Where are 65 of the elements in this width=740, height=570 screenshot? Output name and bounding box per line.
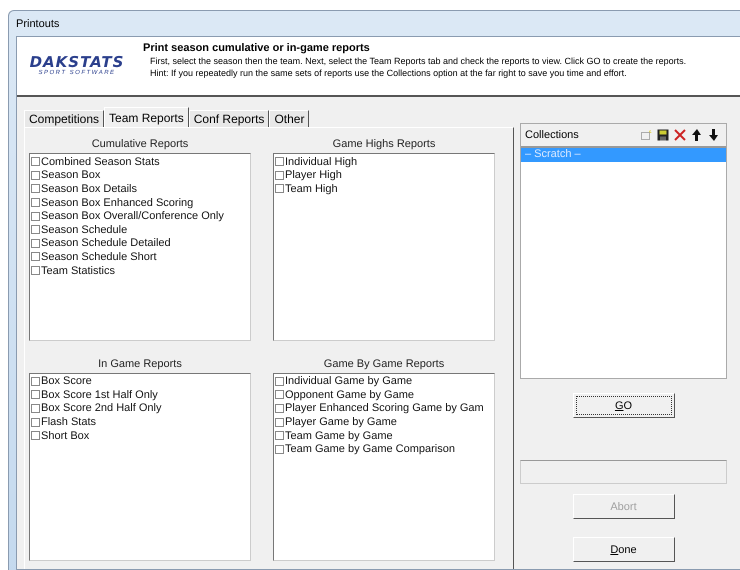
- checkbox[interactable]: [275, 444, 284, 454]
- checkbox[interactable]: [275, 184, 284, 194]
- report-label[interactable]: Box Score: [41, 375, 92, 388]
- report-label[interactable]: Season Box Overall/Conference Only: [41, 210, 224, 222]
- collections-title: Collections: [525, 129, 580, 141]
- checkbox[interactable]: [31, 431, 40, 440]
- checkbox[interactable]: [31, 238, 40, 248]
- checkbox[interactable]: [31, 404, 40, 413]
- instruction-text: Hint: If you repeatedly run the same sets of reports use the Collections option at the far right to save you time and effort.: [149, 67, 628, 79]
- checkbox[interactable]: [275, 431, 284, 440]
- report-label[interactable]: Player High: [285, 169, 342, 182]
- checkbox[interactable]: [275, 418, 284, 427]
- tab[interactable]: Team Reports: [104, 107, 189, 127]
- report-label[interactable]: Team Statistics: [41, 264, 115, 277]
- report-label[interactable]: Combined Season Stats: [41, 156, 160, 168]
- report-label[interactable]: Box Score 2nd Half Only: [41, 402, 162, 414]
- action-button[interactable]: Done: [572, 537, 674, 562]
- report-label[interactable]: Season Box Details: [41, 182, 137, 195]
- report-label[interactable]: Season Box Enhanced Scoring: [41, 196, 194, 209]
- tab[interactable]: Competitions: [24, 110, 104, 127]
- checkbox[interactable]: [31, 225, 40, 234]
- checkbox[interactable]: [275, 170, 284, 180]
- report-label[interactable]: Season Schedule Short: [41, 250, 157, 263]
- report-label[interactable]: Box Score 1st Half Only: [41, 388, 158, 401]
- report-label[interactable]: Flash Stats: [41, 416, 96, 428]
- report-label[interactable]: Individual Game by Game: [285, 375, 412, 388]
- report-label[interactable]: Season Box: [41, 169, 100, 182]
- checkbox[interactable]: [31, 376, 40, 386]
- report-label[interactable]: Individual High: [285, 156, 358, 168]
- action-button[interactable]: GO: [572, 393, 674, 418]
- window-title: Printouts: [16, 16, 60, 32]
- checkbox[interactable]: [275, 157, 284, 166]
- tab[interactable]: Conf Reports: [188, 110, 270, 127]
- checkbox[interactable]: [31, 170, 40, 180]
- report-label[interactable]: Team High: [285, 182, 338, 195]
- checkbox[interactable]: [275, 404, 284, 413]
- checkbox[interactable]: [31, 212, 40, 221]
- group-title: Game Highs Reports: [332, 137, 436, 152]
- report-label[interactable]: Short Box: [41, 430, 90, 442]
- checkbox[interactable]: [31, 157, 40, 166]
- tab[interactable]: Other: [269, 110, 310, 127]
- checkbox[interactable]: [275, 376, 284, 386]
- group-title: Game By Game Reports: [322, 356, 446, 372]
- checkbox[interactable]: [31, 252, 40, 262]
- report-label[interactable]: Opponent Game by Game: [285, 388, 414, 401]
- group-title: Cumulative Reports: [90, 137, 190, 152]
- checkbox[interactable]: [31, 418, 40, 427]
- checkbox[interactable]: [31, 184, 40, 194]
- logo-text: DAKSTATS: [30, 55, 124, 70]
- report-label[interactable]: Player Game by Game: [285, 416, 397, 428]
- new-icon[interactable]: [638, 127, 654, 143]
- report-label[interactable]: Player Enhanced Scoring Game by Gam: [285, 402, 484, 414]
- delete-icon[interactable]: [672, 127, 688, 143]
- instruction-text: First, select the season then the team. Next, select the Team Reports tab and check the reports to view. Click GO to create the reports.: [149, 55, 686, 67]
- checkbox[interactable]: [31, 198, 40, 208]
- checkbox[interactable]: [31, 390, 40, 400]
- report-label[interactable]: Season Schedule: [41, 224, 128, 236]
- checkbox[interactable]: [31, 266, 40, 276]
- report-label[interactable]: Team Game by Game: [285, 430, 393, 442]
- report-label[interactable]: Team Game by Game Comparison: [285, 443, 455, 456]
- group-title: In Game Reports: [97, 356, 183, 372]
- save-icon[interactable]: [655, 127, 671, 143]
- checkbox[interactable]: [275, 390, 284, 400]
- header-title: Print season cumulative or in-game reports: [143, 41, 371, 55]
- report-label[interactable]: Season Schedule Detailed: [41, 237, 171, 250]
